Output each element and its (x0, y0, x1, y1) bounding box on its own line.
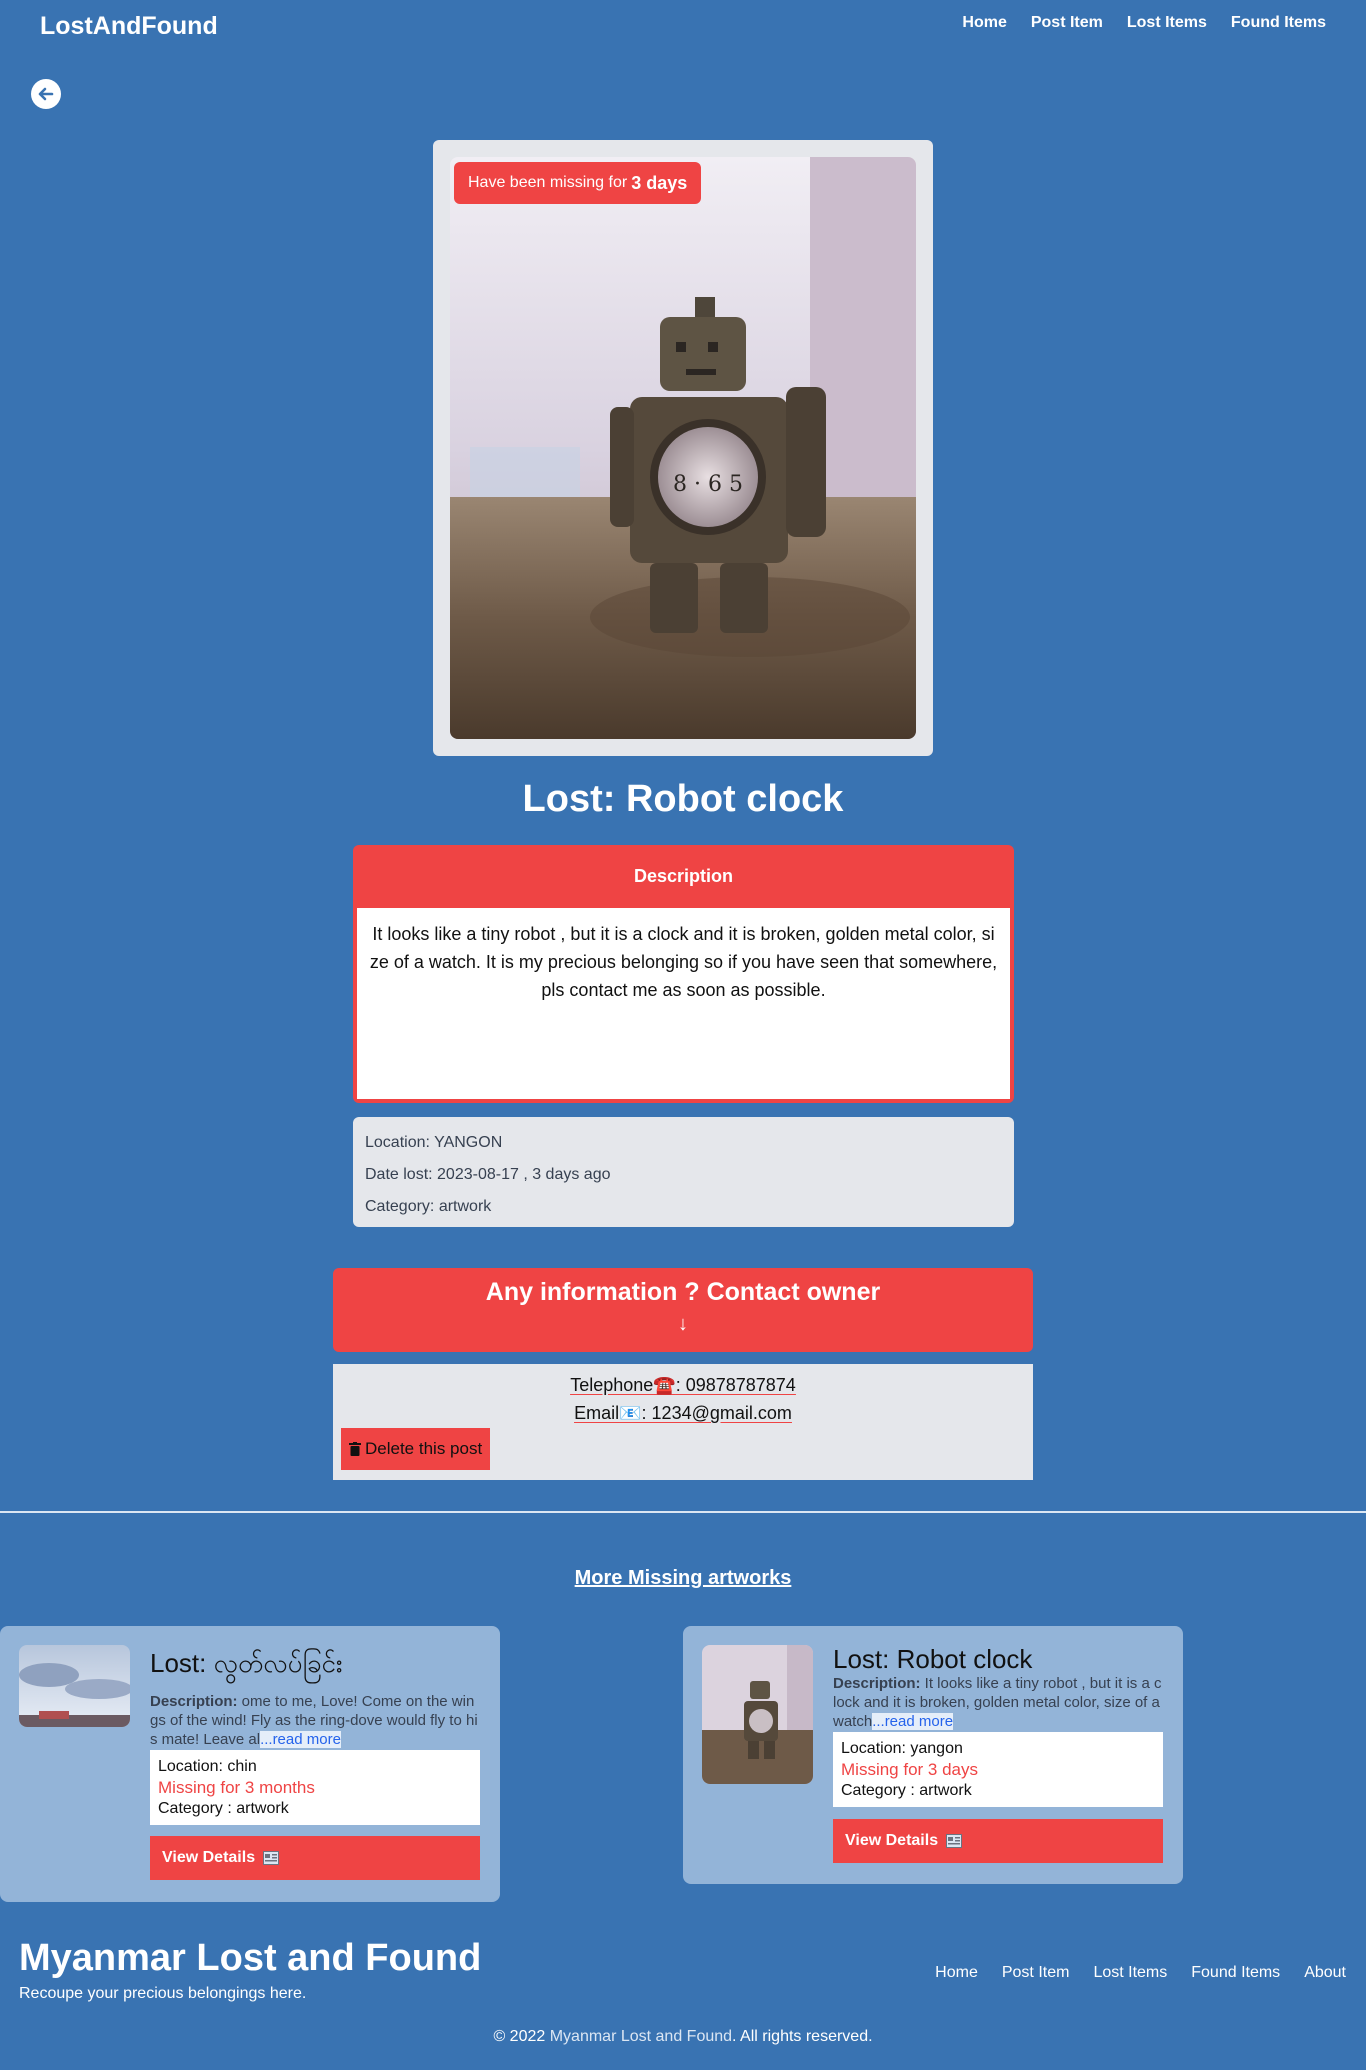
nav-home-link[interactable]: Home (962, 14, 1006, 32)
brand-logo[interactable]: LostAndFound (40, 12, 218, 41)
nav-found-items-link[interactable]: Found Items (1231, 14, 1326, 32)
nav-lost-items-link[interactable]: Lost Items (1127, 14, 1207, 32)
contact-details: Telephone☎️: 09878787874 Email📧: 1234@gm… (333, 1364, 1033, 1480)
telephone-link[interactable]: Telephone☎️: 09878787874 (570, 1375, 796, 1395)
related-card-1-missing: Missing for 3 months (158, 1778, 315, 1797)
item-title: Lost: Robot clock (522, 778, 844, 820)
contact-title: Any information ? Contact owner (485, 1278, 881, 1306)
footer-title: Myanmar Lost and Found (19, 1937, 482, 1979)
related-card-2-desc-label: Description: (833, 1675, 921, 1692)
missing-duration-badge: Have been missing for 3 days (454, 162, 702, 204)
email-line[interactable]: Email📧: 1234@gmail.com (333, 1403, 1033, 1424)
footer-about-link[interactable]: About (1304, 1964, 1346, 1982)
trash-icon (349, 1442, 361, 1456)
related-card-2-missing: Missing for 3 days (841, 1760, 978, 1779)
related-card-2-thumbnail[interactable] (702, 1645, 813, 1784)
item-photo: 8 · 6 5 (450, 157, 916, 739)
related-card-2-title: Lost: Robot clock (833, 1644, 1033, 1674)
related-card-1-description: Description: ome to me, Love! Come on th… (150, 1692, 480, 1749)
copyright: © 2022 Myanmar Lost and Found. All right… (0, 2028, 1366, 2046)
related-card-1-info: Location: chin Missing for 3 months Cate… (150, 1750, 480, 1825)
related-card-1-view-details-button[interactable]: View Details (150, 1836, 480, 1880)
contact-owner-toggle[interactable]: Any information ? Contact owner ↓ (333, 1268, 1033, 1352)
related-card-2-view-details-button[interactable]: View Details (833, 1819, 1163, 1863)
telephone-icon: ☎️ (653, 1375, 676, 1395)
related-card-1-thumbnail[interactable] (19, 1645, 130, 1727)
navbar: LostAndFound Home Post Item Lost Items F… (0, 0, 1366, 56)
svg-text:8 · 6 5: 8 · 6 5 (673, 472, 743, 497)
item-image-card: 8 · 6 5 (433, 140, 933, 756)
related-card-2-location: Location: yangon (841, 1740, 963, 1757)
related-card-2-description: Description: It looks like a tiny robot … (833, 1674, 1163, 1731)
related-card-1-title: Lost: လွတ်လပ်ခြင်း (150, 1648, 343, 1678)
related-card-2: Lost: Robot clock Description: It looks … (683, 1626, 1183, 1884)
description-header: Description (633, 865, 734, 886)
related-card-1: Lost: လွတ်လပ်ခြင်း Description: ome to m… (0, 1626, 500, 1902)
badge-prefix: Have been missing for (468, 174, 628, 191)
email-link[interactable]: Email📧: 1234@gmail.com (574, 1403, 792, 1423)
related-card-1-location: Location: chin (158, 1758, 257, 1775)
news-icon (946, 1834, 963, 1848)
back-button[interactable] (31, 79, 61, 109)
item-location: Location: YANGON (365, 1134, 503, 1151)
nav-post-item-link[interactable]: Post Item (1031, 14, 1103, 32)
telephone-label: Telephone (570, 1375, 654, 1395)
item-meta-panel: Location: YANGON Date lost: 2023-08-17 ,… (353, 1117, 1014, 1227)
delete-post-label: Delete this post (365, 1439, 483, 1458)
more-missing-link[interactable]: More Missing artworks (0, 1567, 1366, 1590)
copyright-prefix: © 2022 (493, 2028, 546, 2045)
email-label: Email (574, 1403, 620, 1423)
related-card-2-category: Category : artwork (841, 1782, 972, 1799)
description-panel: Description It looks like a tiny robot ,… (353, 845, 1014, 1103)
footer-post-item-link[interactable]: Post Item (1002, 1964, 1070, 1982)
related-card-1-category: Category : artwork (158, 1800, 289, 1817)
footer-tagline: Recoupe your precious belongings here. (19, 1985, 307, 2002)
footer-links: Home Post Item Lost Items Found Items Ab… (935, 1964, 1346, 1982)
copyright-org-link[interactable]: Myanmar Lost and Found (550, 2028, 732, 2045)
badge-duration: 3 days (631, 172, 688, 193)
email-icon: 📧 (619, 1403, 642, 1423)
related-card-2-read-more[interactable]: ...read more (872, 1713, 954, 1730)
related-card-2-view-details-label: View Details (845, 1832, 939, 1849)
item-category: Category: artwork (365, 1198, 492, 1215)
related-card-1-read-more[interactable]: ...read more (260, 1731, 341, 1748)
email-address: : 1234@gmail.com (641, 1403, 792, 1423)
related-card-1-view-details-label: View Details (162, 1849, 256, 1866)
footer-home-link[interactable]: Home (935, 1964, 978, 1982)
arrow-left-icon (38, 87, 54, 101)
telephone-number: : 09878787874 (675, 1375, 796, 1395)
footer-found-items-link[interactable]: Found Items (1191, 1964, 1280, 1982)
news-icon (263, 1851, 280, 1865)
section-divider (0, 1511, 1366, 1513)
telephone-line[interactable]: Telephone☎️: 09878787874 (333, 1375, 1033, 1396)
nav-links: Home Post Item Lost Items Found Items (962, 14, 1326, 32)
delete-post-button[interactable]: Delete this post (341, 1428, 491, 1470)
copyright-suffix: . All rights reserved. (732, 2028, 873, 2045)
related-card-1-desc-label: Description: (150, 1693, 238, 1710)
item-date-lost: Date lost: 2023-08-17 , 3 days ago (365, 1166, 611, 1183)
footer-lost-items-link[interactable]: Lost Items (1093, 1964, 1167, 1982)
description-text: It looks like a tiny robot , but it is a… (357, 908, 1010, 1099)
related-card-2-info: Location: yangon Missing for 3 days Cate… (833, 1732, 1163, 1807)
arrow-down-icon: ↓ (678, 1313, 688, 1335)
